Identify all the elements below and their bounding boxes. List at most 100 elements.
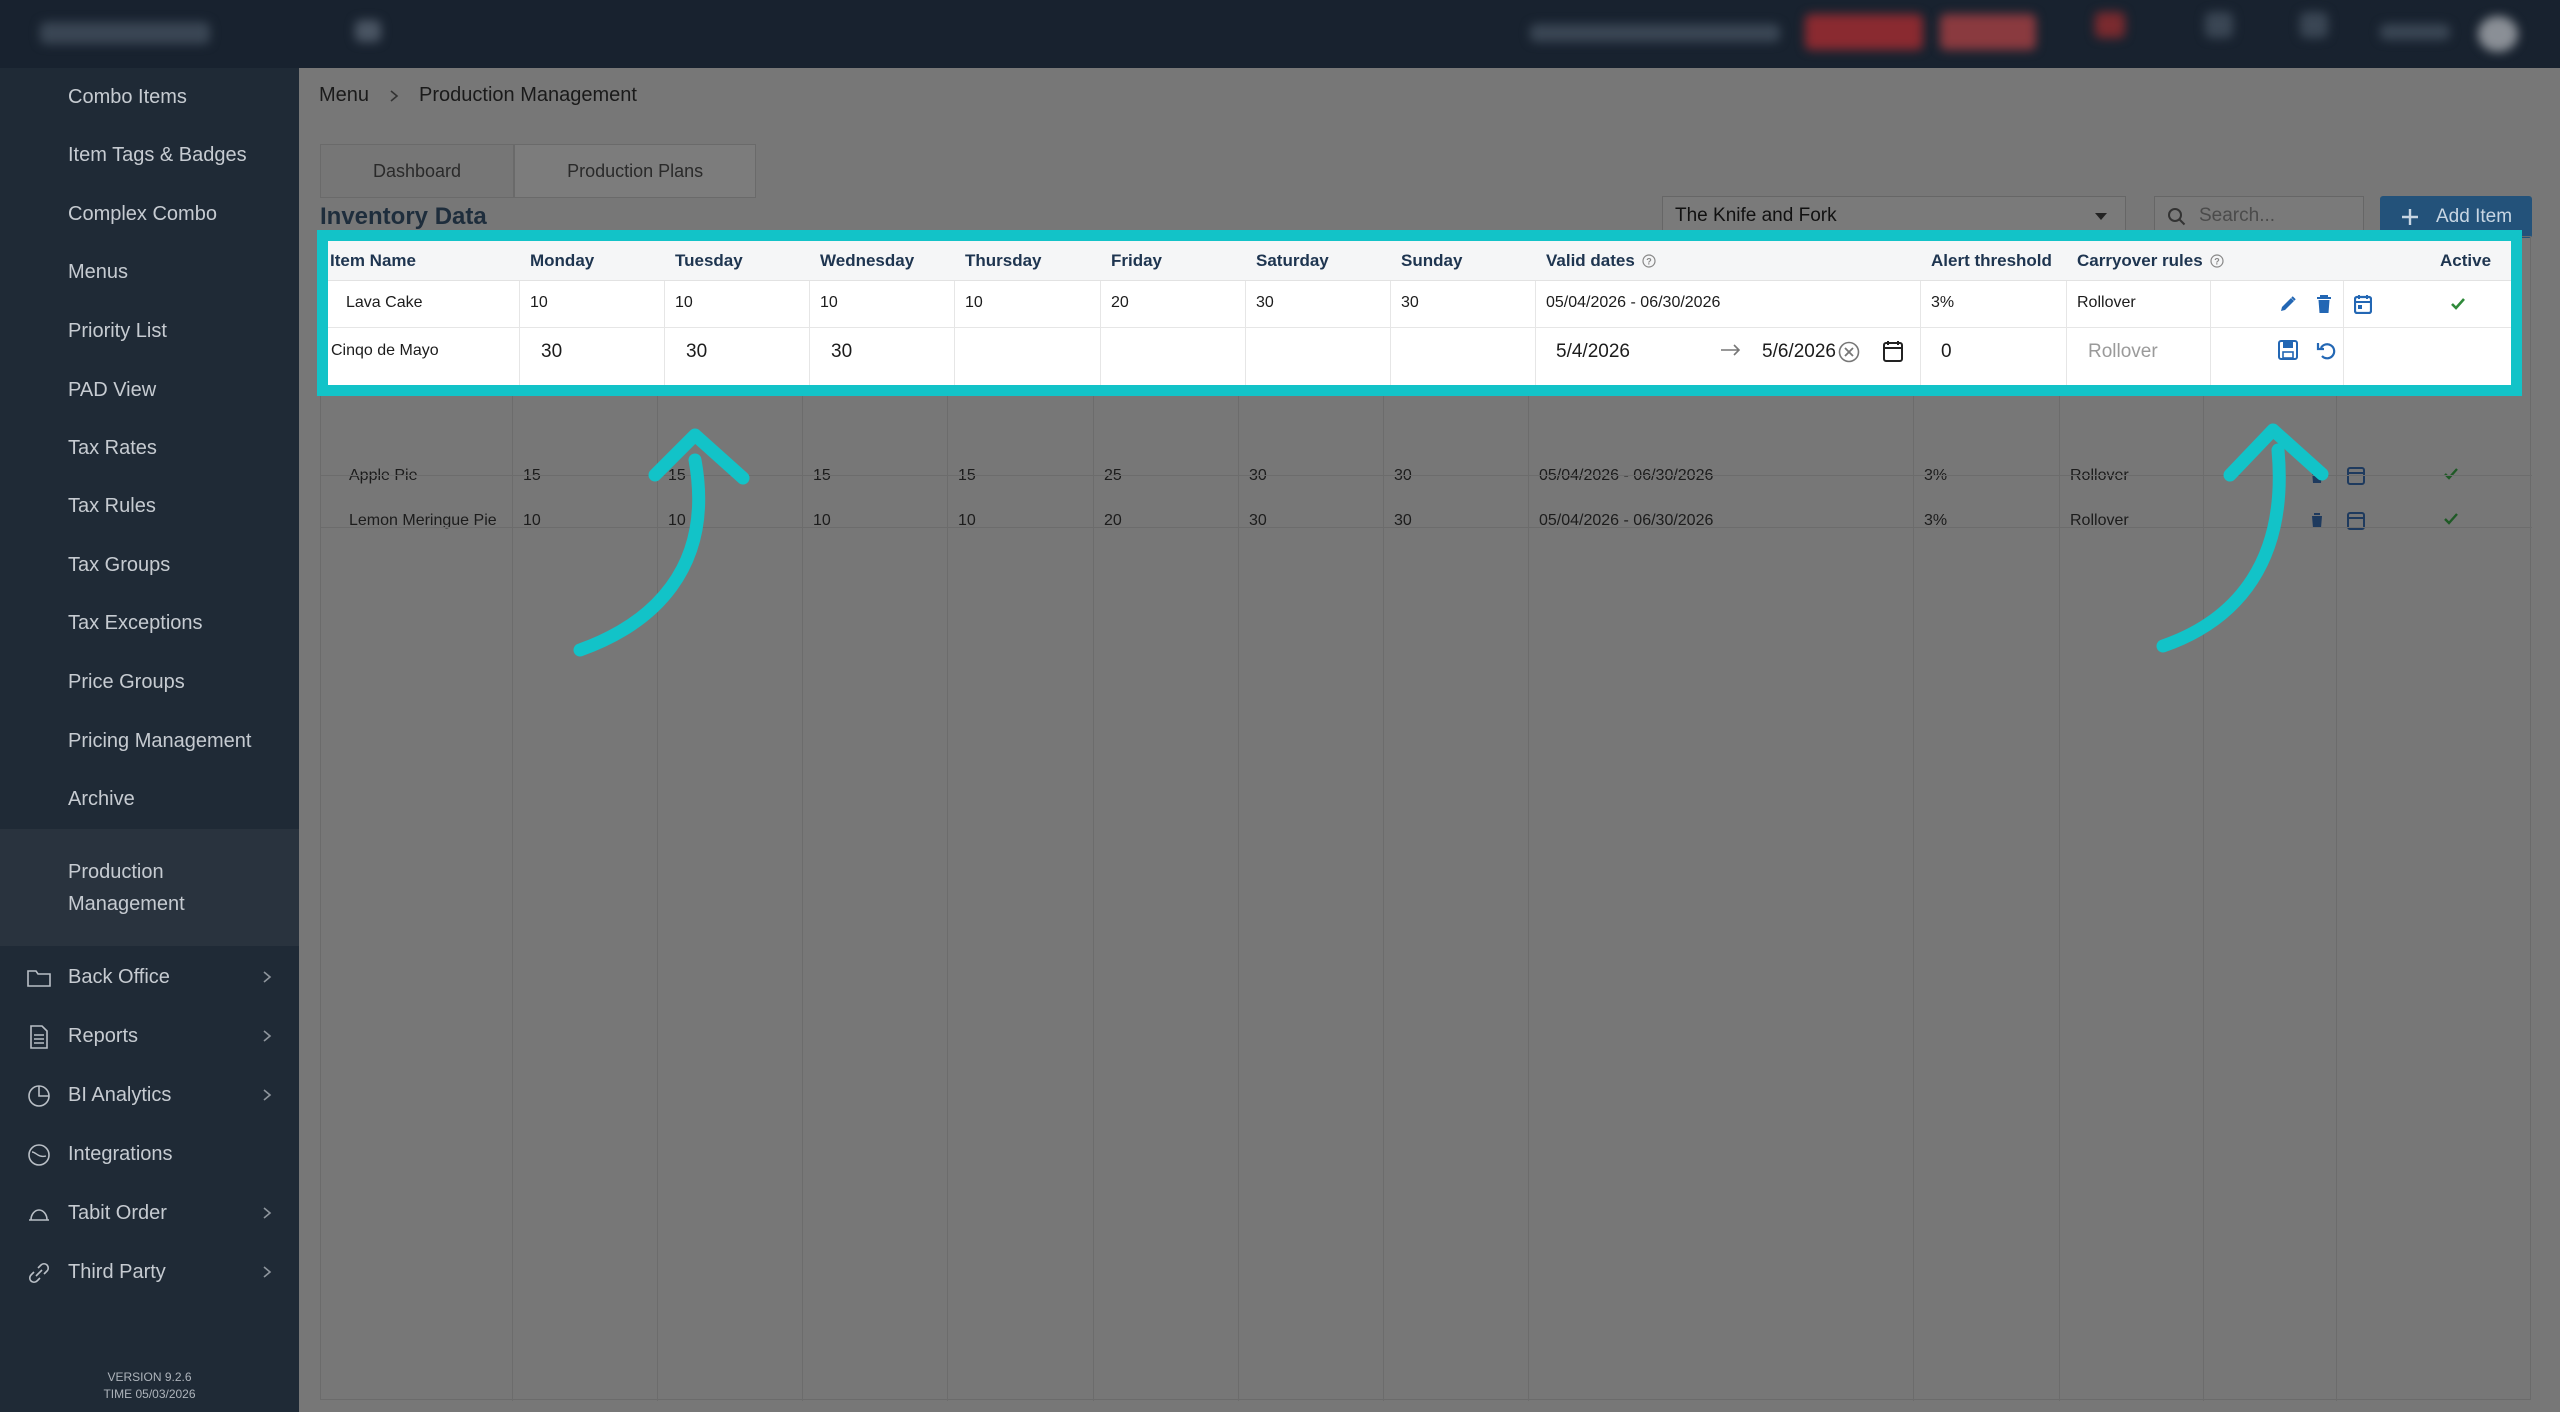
sidebar-item-tax-groups[interactable]: Tax Groups	[0, 536, 299, 594]
item-name-cell: Lava Cake	[346, 294, 423, 311]
save-icon[interactable]	[2278, 340, 2298, 360]
sidebar-item-tax-rules[interactable]: Tax Rules	[0, 477, 299, 535]
menu-toggle-icon[interactable]	[355, 20, 381, 42]
edit-icon[interactable]	[2278, 294, 2298, 314]
end-date-input[interactable]: 5/6/2026	[1762, 341, 1836, 363]
chevron-right-icon	[263, 1089, 272, 1101]
pending-orders-icon[interactable]	[2095, 12, 2125, 38]
valid-dates-cell: 05/04/2026 - 06/30/2026	[1546, 294, 1721, 311]
sidebar-item-combo-items[interactable]: Combo Items	[0, 68, 299, 126]
sidebar-item-tax-rates[interactable]: Tax Rates	[0, 419, 299, 477]
monday-input[interactable]: 30	[541, 341, 562, 363]
sunday-input[interactable]	[1401, 341, 1531, 363]
carryover-select[interactable]: Rollover	[2088, 341, 2158, 363]
table-row: Lava Cake 10 10 10 10 20 30 30 05/04/202…	[328, 281, 2511, 328]
sidebar-group-reports[interactable]: Reports	[0, 1007, 299, 1065]
help-icon[interactable]: ?	[1642, 254, 1656, 268]
thursday-cell: 15	[958, 467, 976, 484]
sidebar-group-tabit-order[interactable]: Tabit Order	[0, 1184, 299, 1242]
fullscreen-icon[interactable]	[2300, 12, 2328, 38]
thursday-cell: 10	[965, 294, 983, 311]
sunday-cell: 30	[1401, 294, 1419, 311]
location-select-value: The Knife and Fork	[1675, 205, 1837, 226]
sidebar-item-archive[interactable]: Archive	[0, 770, 299, 828]
header-active[interactable]: Active	[2440, 251, 2491, 271]
saturday-input[interactable]	[1256, 341, 1386, 363]
tab-dashboard[interactable]: Dashboard	[320, 144, 515, 198]
calendar-icon[interactable]	[2354, 294, 2372, 314]
sidebar-group-third-party[interactable]: Third Party	[0, 1243, 299, 1301]
kitchen-icon[interactable]	[2205, 12, 2233, 38]
valid-dates-cell: 05/04/2026 - 06/30/2026	[1539, 467, 1714, 484]
wednesday-input[interactable]: 30	[831, 341, 852, 363]
avatar[interactable]	[2478, 16, 2518, 52]
header-tuesday[interactable]: Tuesday	[675, 251, 743, 271]
header-carryover-rules[interactable]: Carryover rules ?	[2077, 251, 2224, 271]
delete-icon[interactable]	[2316, 294, 2332, 314]
tuesday-cell: 10	[675, 294, 693, 311]
analytics-icon	[28, 1085, 50, 1107]
tabs: Dashboard Production Plans	[320, 144, 757, 198]
annotation-arrow-right	[2156, 423, 2329, 653]
start-date-input[interactable]: 5/4/2026	[1556, 341, 1630, 363]
folder-icon	[27, 970, 51, 987]
saturday-cell: 30	[1256, 294, 1274, 311]
active-check-icon	[2451, 298, 2465, 310]
sidebar-group-back-office[interactable]: Back Office	[0, 948, 299, 1006]
clear-icon[interactable]	[1838, 341, 1860, 363]
sidebar-item-priority-list[interactable]: Priority List	[0, 302, 299, 360]
thursday-input[interactable]	[965, 341, 1095, 363]
help-icon[interactable]: ?	[2210, 254, 2224, 268]
sidebar-item-price-groups[interactable]: Price Groups	[0, 653, 299, 711]
active-check-icon	[2444, 468, 2458, 480]
sidebar-item-item-tags-badges[interactable]: Item Tags & Badges	[0, 126, 299, 184]
breadcrumb-menu[interactable]: Menu	[319, 84, 369, 107]
friday-input[interactable]	[1111, 341, 1241, 363]
search-icon	[2168, 208, 2186, 226]
item-name-input[interactable]: Cinqo de Mayo	[331, 342, 439, 360]
sidebar-group-label: Third Party	[68, 1260, 166, 1283]
page-title: Inventory Data	[320, 203, 487, 230]
sidebar-group-bi-analytics[interactable]: BI Analytics	[0, 1066, 299, 1124]
undo-icon[interactable]	[2316, 340, 2336, 360]
alert-threshold-input[interactable]: 0	[1941, 341, 1952, 363]
sidebar-item-label-line2: Management	[68, 892, 185, 915]
sidebar-item-pad-view[interactable]: PAD View	[0, 361, 299, 419]
header-alert-threshold-label: Alert threshold	[1931, 251, 2052, 270]
top-bar	[0, 0, 2560, 68]
sidebar-item-tax-exceptions[interactable]: Tax Exceptions	[0, 594, 299, 652]
monday-cell: 15	[523, 467, 541, 484]
document-icon	[30, 1025, 48, 1049]
integrations-icon	[28, 1144, 50, 1166]
header-item-name[interactable]: Item Name	[330, 251, 416, 271]
sidebar-item-pricing-management[interactable]: Pricing Management	[0, 712, 299, 770]
tab-production-plans[interactable]: Production Plans	[514, 144, 757, 198]
arrow-right-icon	[1721, 344, 1741, 356]
calendar-icon[interactable]	[1883, 340, 1903, 362]
header-valid-dates[interactable]: Valid dates ?	[1546, 251, 1656, 271]
tuesday-input[interactable]: 30	[686, 341, 707, 363]
sidebar-group-label: BI Analytics	[68, 1083, 172, 1106]
sidebar-group-label: Integrations	[68, 1142, 173, 1165]
sidebar-item-production-management[interactable]: Production Management	[0, 829, 299, 946]
header-saturday[interactable]: Saturday	[1256, 251, 1329, 271]
header-sunday[interactable]: Sunday	[1401, 251, 1462, 271]
sidebar-item-complex-combo[interactable]: Complex Combo	[0, 185, 299, 243]
header-wednesday[interactable]: Wednesday	[820, 251, 914, 271]
chevron-right-icon	[263, 1030, 272, 1042]
time-label: TIME 05/03/2026	[103, 1387, 196, 1401]
top-bar-red-button-2[interactable]	[1940, 14, 2036, 50]
sidebar-item-menus[interactable]: Menus	[0, 243, 299, 301]
header-alert-threshold[interactable]: Alert threshold	[1931, 251, 2061, 271]
header-valid-dates-label: Valid dates	[1546, 251, 1635, 270]
header-monday[interactable]: Monday	[530, 251, 594, 271]
top-bar-red-button-1[interactable]	[1805, 14, 1923, 50]
caret-down-icon	[2095, 213, 2107, 220]
header-thursday[interactable]: Thursday	[965, 251, 1042, 271]
user-name	[2380, 24, 2450, 40]
friday-cell: 25	[1104, 467, 1122, 484]
sidebar-group-integrations[interactable]: Integrations	[0, 1125, 299, 1183]
item-name-cell: Apple Pie	[349, 467, 418, 484]
header-friday[interactable]: Friday	[1111, 251, 1162, 271]
table-header: Item Name Monday Tuesday Wednesday Thurs…	[328, 241, 2511, 281]
